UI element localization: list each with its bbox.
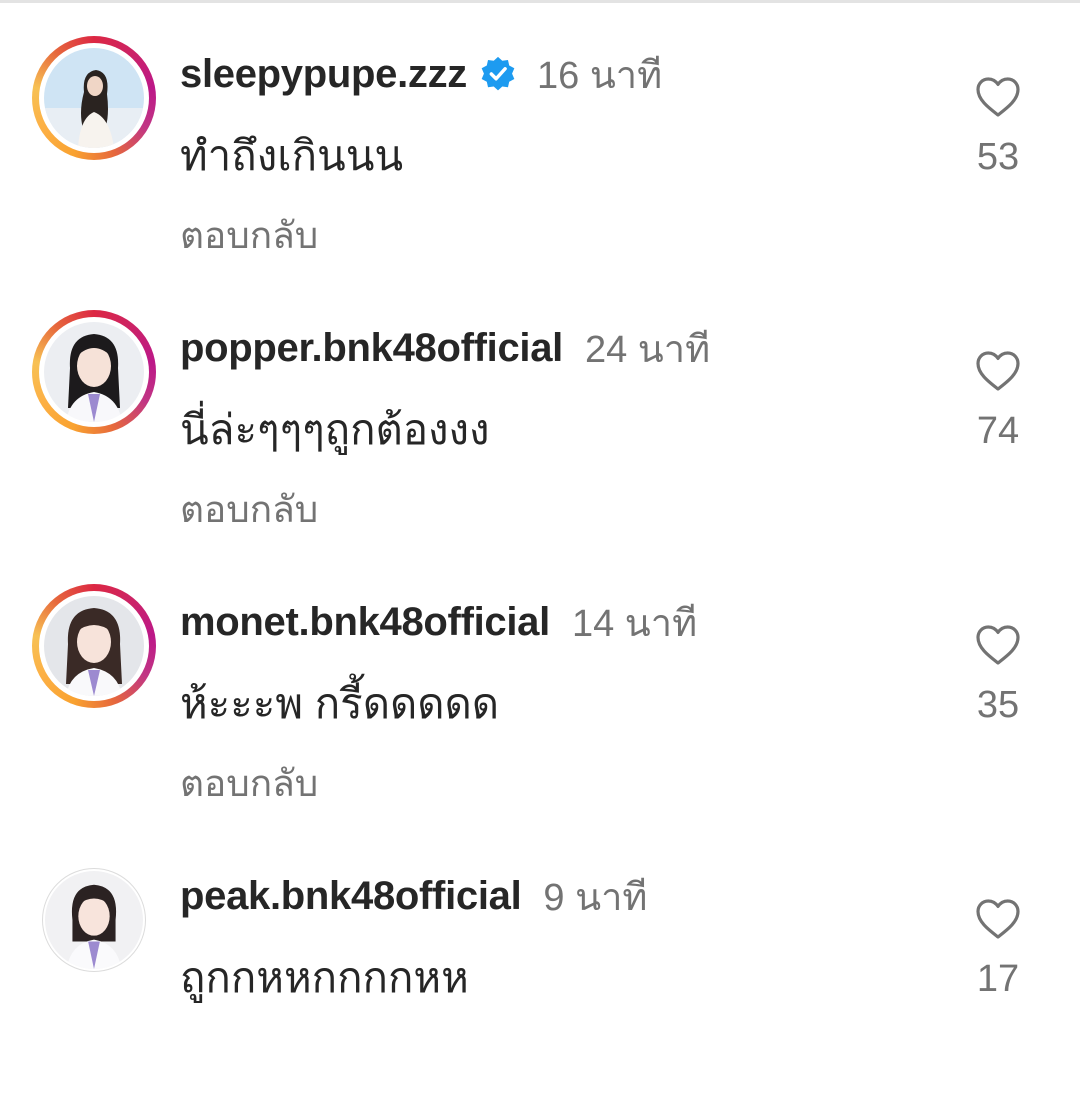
comment-timestamp: 24 นาที (584, 328, 711, 371)
comment-timestamp: 16 นาที (537, 54, 663, 97)
like-count: 74 (976, 410, 1020, 452)
avatar-photo (44, 322, 144, 422)
comment-text: ถูกกหหกกกกหห (180, 954, 469, 1001)
username-link[interactable]: monet.bnk48official (180, 600, 550, 645)
like-area: 17 (950, 898, 1046, 1038)
username-link[interactable]: popper.bnk48official (180, 326, 563, 371)
comment-item: peak.bnk48official 9 นาที ถูกกหหกกกกหห 1… (0, 858, 1080, 1118)
heart-outline-icon[interactable] (975, 76, 1021, 118)
like-area: 35 (950, 624, 1046, 764)
reply-button[interactable]: ตอบกลับ (180, 754, 318, 814)
comment-text: ห้ะะะพ กรี้ดดดดด (180, 680, 500, 727)
like-count: 17 (976, 958, 1020, 1000)
username-link[interactable]: peak.bnk48official (180, 874, 522, 919)
comment-text: นี่ล่ะๆๆๆถูกต้องงง (180, 406, 490, 453)
avatar (44, 596, 144, 696)
heart-outline-icon[interactable] (975, 624, 1021, 666)
avatar-story-ring[interactable] (32, 36, 156, 160)
avatar-story-ring[interactable] (32, 310, 156, 434)
like-count: 53 (976, 136, 1020, 178)
avatar-frame[interactable] (32, 858, 156, 982)
comment-item: monet.bnk48official 14 นาที ห้ะะะพ กรี้ด… (0, 584, 1080, 844)
avatar-story-ring[interactable] (32, 584, 156, 708)
avatar (45, 871, 143, 969)
avatar-photo (45, 871, 143, 969)
like-count: 35 (976, 684, 1020, 726)
like-area: 74 (950, 350, 1046, 490)
comment-timestamp: 9 นาที (543, 876, 648, 919)
avatar (44, 48, 144, 148)
comment-item: sleepypupe.zzz 16 นาที ทำถึงเกินนน ตอบกล… (0, 36, 1080, 296)
reply-button[interactable]: ตอบกลับ (180, 480, 318, 540)
like-area: 53 (950, 76, 1046, 216)
verified-badge-icon (481, 56, 515, 91)
avatar-photo (44, 48, 144, 148)
comment-timestamp: 14 นาที (571, 602, 698, 645)
top-divider (0, 0, 1080, 3)
reply-button[interactable]: ตอบกลับ (180, 206, 318, 266)
comment-item: popper.bnk48official 24 นาที นี่ล่ะๆๆๆถู… (0, 310, 1080, 570)
avatar-photo (44, 596, 144, 696)
comment-text: ทำถึงเกินนน (180, 132, 404, 179)
heart-outline-icon[interactable] (975, 898, 1021, 940)
avatar (44, 322, 144, 422)
username-link[interactable]: sleepypupe.zzz (180, 52, 467, 97)
heart-outline-icon[interactable] (975, 350, 1021, 392)
